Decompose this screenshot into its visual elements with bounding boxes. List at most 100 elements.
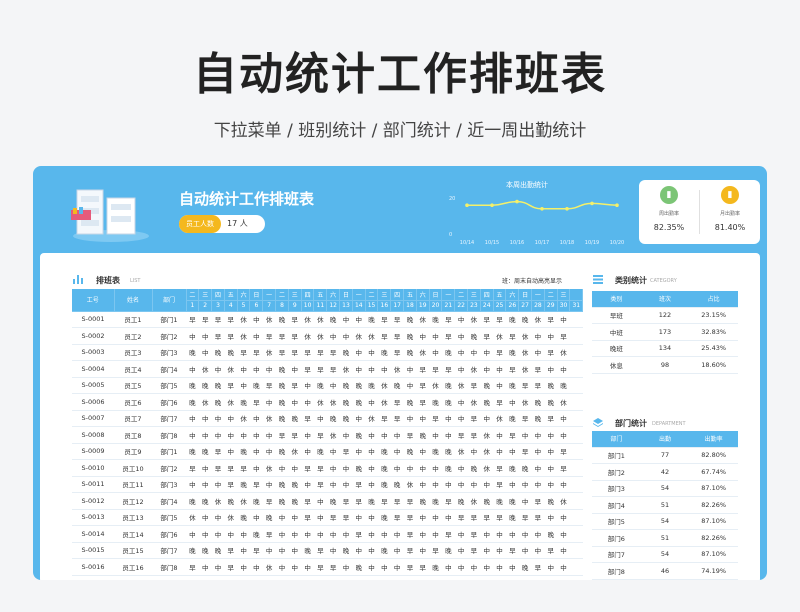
shift-cell[interactable]: 休 [518, 360, 532, 378]
shift-cell[interactable]: 中 [454, 542, 468, 559]
shift-cell[interactable]: 晚 [224, 344, 238, 361]
shift-cell[interactable]: 中 [249, 426, 263, 444]
shift-cell[interactable]: 中 [557, 542, 570, 559]
shift-cell[interactable]: 早 [224, 327, 238, 345]
shift-cell[interactable]: 中 [493, 525, 506, 543]
shift-cell[interactable]: 早 [403, 509, 417, 526]
shift-cell[interactable]: 中 [224, 410, 238, 427]
shift-cell[interactable]: 晚 [352, 377, 366, 394]
shift-cell[interactable]: 晚 [186, 443, 199, 460]
shift-cell[interactable] [569, 509, 583, 526]
shift-cell[interactable]: 休 [493, 410, 506, 427]
shift-cell[interactable]: 晚 [237, 443, 250, 460]
shift-cell[interactable]: 中 [339, 459, 353, 477]
shift-cell[interactable]: 中 [198, 509, 212, 526]
shift-cell[interactable]: 中 [429, 344, 442, 361]
shift-cell[interactable]: 中 [493, 426, 506, 444]
shift-cell[interactable]: 中 [365, 558, 378, 576]
shift-cell[interactable]: 中 [480, 344, 494, 361]
shift-cell[interactable]: 中 [505, 443, 519, 460]
shift-cell[interactable]: 中 [275, 558, 289, 576]
shift-cell[interactable]: 中 [377, 360, 391, 378]
shift-cell[interactable]: 早 [377, 492, 391, 510]
shift-cell[interactable]: 早 [186, 311, 199, 328]
shift-cell[interactable]: 晚 [365, 377, 378, 394]
shift-cell[interactable]: 晚 [339, 393, 353, 411]
shift-cell[interactable]: 早 [301, 492, 314, 510]
shift-cell[interactable]: 中 [365, 360, 378, 378]
shift-cell[interactable]: 早 [288, 344, 302, 361]
shift-cell[interactable]: 晚 [275, 393, 289, 411]
shift-cell[interactable]: 晚 [377, 542, 391, 559]
shift-cell[interactable]: 晚 [403, 344, 417, 361]
shift-cell[interactable]: 中 [480, 525, 494, 543]
shift-cell[interactable]: 休 [262, 344, 276, 361]
shift-cell[interactable]: 早 [186, 459, 199, 477]
shift-cell[interactable]: 中 [339, 476, 353, 493]
shift-cell[interactable]: 早 [301, 360, 314, 378]
shift-cell[interactable]: 早 [301, 459, 314, 477]
shift-cell[interactable]: 中 [186, 426, 199, 444]
shift-cell[interactable]: 早 [557, 327, 570, 345]
shift-cell[interactable]: 中 [237, 377, 250, 394]
shift-cell[interactable]: 晚 [186, 377, 199, 394]
shift-cell[interactable]: 中 [275, 459, 289, 477]
shift-cell[interactable]: 晚 [275, 377, 289, 394]
shift-cell[interactable]: 中 [544, 509, 558, 526]
shift-cell[interactable]: 中 [531, 327, 545, 345]
shift-cell[interactable]: 中 [352, 360, 366, 378]
shift-cell[interactable]: 中 [467, 443, 481, 460]
shift-cell[interactable]: 晚 [493, 492, 506, 510]
shift-cell[interactable]: 晚 [531, 410, 545, 427]
shift-cell[interactable]: 早 [339, 509, 353, 526]
shift-cell[interactable] [569, 393, 583, 411]
shift-cell[interactable]: 晚 [326, 492, 340, 510]
shift-cell[interactable]: 中 [352, 410, 366, 427]
shift-cell[interactable]: 休 [467, 393, 481, 411]
shift-cell[interactable]: 中 [365, 525, 378, 543]
shift-cell[interactable]: 中 [211, 476, 225, 493]
shift-cell[interactable]: 中 [288, 360, 302, 378]
shift-cell[interactable]: 晚 [480, 492, 494, 510]
shift-cell[interactable]: 早 [339, 443, 353, 460]
shift-cell[interactable]: 中 [365, 542, 378, 559]
shift-cell[interactable]: 晚 [377, 459, 391, 477]
shift-cell[interactable] [569, 410, 583, 427]
shift-cell[interactable]: 早 [326, 360, 340, 378]
shift-cell[interactable]: 中 [313, 410, 327, 427]
shift-cell[interactable]: 休 [326, 426, 340, 444]
shift-cell[interactable]: 晚 [339, 377, 353, 394]
shift-cell[interactable]: 休 [237, 327, 250, 345]
shift-cell[interactable]: 早 [377, 311, 391, 328]
shift-cell[interactable]: 早 [480, 509, 494, 526]
shift-cell[interactable]: 休 [518, 327, 532, 345]
shift-cell[interactable]: 中 [301, 525, 314, 543]
shift-cell[interactable]: 晚 [544, 393, 558, 411]
shift-cell[interactable]: 休 [454, 443, 468, 460]
shift-cell[interactable]: 早 [416, 393, 430, 411]
shift-cell[interactable]: 休 [301, 327, 314, 345]
shift-cell[interactable]: 早 [313, 476, 327, 493]
shift-cell[interactable]: 休 [313, 393, 327, 411]
shift-cell[interactable]: 晚 [544, 525, 558, 543]
shift-cell[interactable]: 休 [326, 393, 340, 411]
shift-cell[interactable]: 晚 [211, 393, 225, 411]
shift-cell[interactable]: 早 [326, 558, 340, 576]
shift-cell[interactable]: 晚 [211, 344, 225, 361]
shift-cell[interactable]: 晚 [262, 509, 276, 526]
shift-cell[interactable]: 休 [352, 327, 366, 345]
shift-cell[interactable]: 早 [249, 344, 263, 361]
shift-cell[interactable] [569, 476, 583, 493]
shift-cell[interactable]: 休 [416, 311, 430, 328]
shift-cell[interactable]: 早 [224, 377, 238, 394]
shift-cell[interactable]: 早 [326, 344, 340, 361]
shift-cell[interactable]: 中 [557, 311, 570, 328]
shift-cell[interactable]: 晚 [249, 525, 263, 543]
shift-cell[interactable]: 早 [390, 344, 404, 361]
shift-cell[interactable]: 休 [480, 426, 494, 444]
shift-cell[interactable]: 中 [301, 426, 314, 444]
shift-cell[interactable]: 休 [403, 476, 417, 493]
shift-cell[interactable]: 中 [416, 509, 430, 526]
shift-cell[interactable]: 晚 [288, 476, 302, 493]
shift-cell[interactable]: 早 [313, 360, 327, 378]
